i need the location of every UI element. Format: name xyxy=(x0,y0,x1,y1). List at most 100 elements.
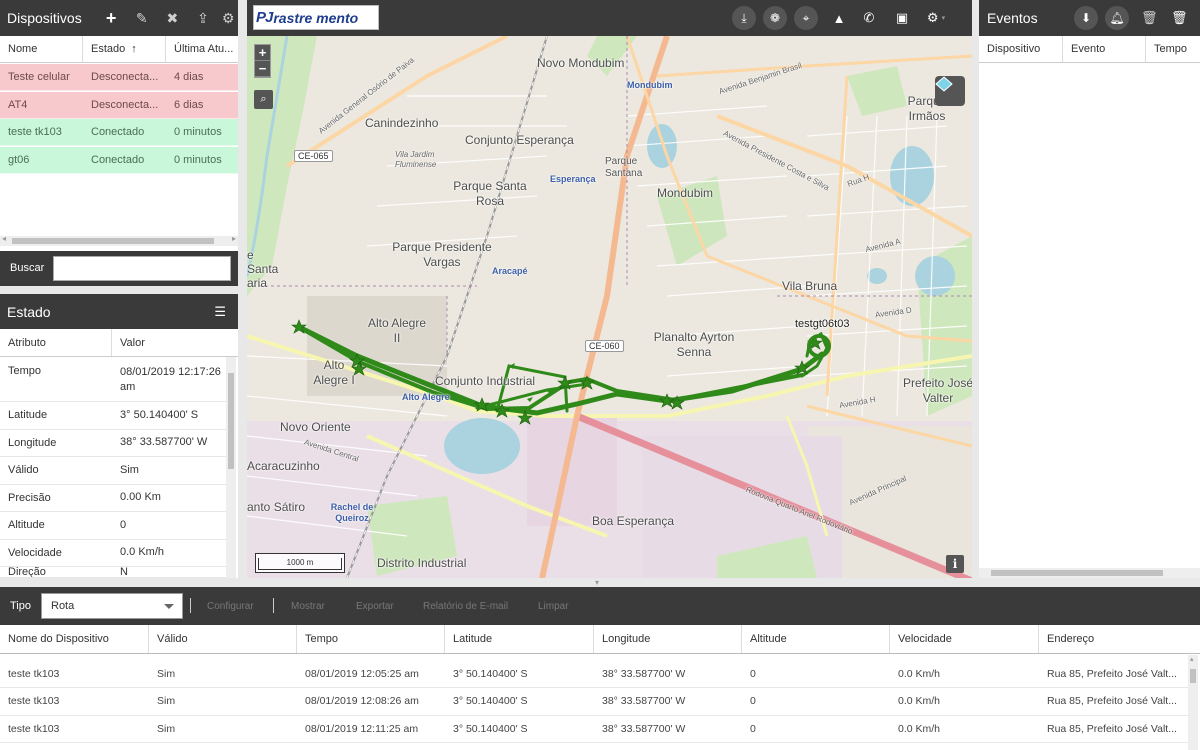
map-label: Aracapé xyxy=(492,266,528,276)
list-icon[interactable]: ☰ xyxy=(214,304,226,320)
download-icon[interactable]: ⤓ xyxy=(732,6,756,30)
device-marker-label[interactable]: testgt06t03 xyxy=(795,318,849,330)
report-vscroll-thumb[interactable] xyxy=(1190,669,1196,683)
whatsapp-icon[interactable]: ✆ xyxy=(857,6,881,30)
state-vscroll-thumb[interactable] xyxy=(228,373,234,469)
column-status-label: Estado xyxy=(91,43,126,55)
attribute-value: 0.0 Km/h xyxy=(120,546,165,559)
scale-bar: 1000 m xyxy=(255,553,345,573)
device-status: Conectado xyxy=(91,153,145,166)
state-row[interactable]: Válido Sim xyxy=(0,457,226,485)
info-icon[interactable]: i xyxy=(946,555,964,573)
events-hscroll-thumb[interactable] xyxy=(991,570,1163,576)
state-row[interactable]: Direção N xyxy=(0,567,226,578)
state-row[interactable]: Velocidade 0.0 Km/h xyxy=(0,540,226,567)
clear-button[interactable]: Limpar xyxy=(538,601,569,612)
map-search-icon[interactable]: ⌕ xyxy=(254,90,273,109)
device-row[interactable]: Teste celular Desconecta... 4 dias xyxy=(0,64,238,91)
gear-icon[interactable]: ⚙ ▾ xyxy=(921,6,951,30)
report-type-select[interactable]: Rota xyxy=(41,593,183,619)
devices-hscroll-thumb[interactable] xyxy=(12,238,214,244)
column-event[interactable]: Evento xyxy=(1063,36,1146,62)
state-row[interactable]: Longitude 38° 33.587700' W xyxy=(0,430,226,457)
chevron-down-icon xyxy=(164,604,174,609)
attribute-name: Precisão xyxy=(8,491,51,504)
devices-hscrollbar[interactable]: ◂ ▸ xyxy=(0,234,238,246)
left-map-splitter[interactable] xyxy=(238,0,247,578)
report-row[interactable]: teste tk103 Sim 08/01/2019 12:11:25 am 3° 5… xyxy=(0,715,1188,743)
map-view[interactable]: Novo Mondubim Mondubim Canindezinho Conj… xyxy=(247,36,972,578)
report-vscrollbar[interactable]: ▴ xyxy=(1188,655,1198,750)
configure-button[interactable]: Configurar xyxy=(207,601,254,612)
email-report-button[interactable]: Relatório de E-mail xyxy=(423,601,508,612)
column-device[interactable]: Dispositivo xyxy=(979,36,1063,62)
arrow-down-icon[interactable]: ⬇ xyxy=(1074,6,1098,30)
layers-icon[interactable] xyxy=(935,76,965,106)
column-latitude[interactable]: Latitude xyxy=(445,625,594,653)
logo: PJ rastre mento xyxy=(253,5,379,30)
column-altitude[interactable]: Altitude xyxy=(742,625,890,653)
devices-header: Dispositivos + ✎ ✖ ⇪ ⚙ xyxy=(0,0,238,36)
map-label: Prefeito José Valter xyxy=(902,376,972,405)
map-label: Parque Presidente Vargas xyxy=(392,240,492,269)
locate-icon[interactable]: ⌖ xyxy=(794,6,818,30)
map-label: Novo Mondubim xyxy=(537,56,625,70)
map-label: Boa Esperança xyxy=(592,514,675,528)
device-row[interactable]: gt06 Conectado 0 minutos xyxy=(0,146,238,174)
cell-time: 08/01/2019 12:05:25 am xyxy=(305,667,419,680)
device-name: gt06 xyxy=(8,153,30,166)
map-label: Distrito Industrial xyxy=(377,556,467,570)
logo-pj: PJ xyxy=(256,9,273,26)
column-speed[interactable]: Velocidade xyxy=(890,625,1039,653)
device-name: Teste celular xyxy=(8,71,70,83)
attribute-value: 0.00 Km xyxy=(120,491,161,504)
column-address[interactable]: Endereço xyxy=(1039,625,1200,653)
column-value[interactable]: Valor xyxy=(112,329,238,356)
bell-icon[interactable]: 🔔︎ xyxy=(1105,6,1129,30)
column-valid[interactable]: Válido xyxy=(149,625,297,653)
map-label: Vila Bruna xyxy=(782,279,838,293)
bottom-splitter[interactable]: ▾ xyxy=(0,578,1200,587)
column-longitude[interactable]: Longitude xyxy=(594,625,742,653)
search-input[interactable] xyxy=(53,256,231,281)
plus-icon[interactable]: + xyxy=(96,8,127,29)
state-row[interactable]: Precisão 0.00 Km xyxy=(0,485,226,512)
search-label: Buscar xyxy=(10,262,45,274)
show-button[interactable]: Mostrar xyxy=(291,601,325,612)
road-icon[interactable]: ▲ xyxy=(827,6,851,30)
map-right-splitter[interactable] xyxy=(972,0,979,578)
events-hscrollbar[interactable] xyxy=(979,568,1200,578)
edit-icon[interactable]: ✎ xyxy=(126,10,157,27)
column-time[interactable]: Tempo xyxy=(297,625,445,653)
device-row[interactable]: AT4 Desconecta... 6 dias xyxy=(0,91,238,119)
upload-icon[interactable]: ⇪ xyxy=(188,10,219,27)
gear-icon[interactable]: ⚙ xyxy=(218,10,238,27)
scroll-right-icon[interactable]: ▸ xyxy=(232,234,236,243)
column-attribute[interactable]: Atributo xyxy=(0,329,112,356)
scroll-up-icon[interactable]: ▴ xyxy=(1190,655,1194,663)
collapse-icon[interactable]: ▾ xyxy=(595,578,599,587)
state-vscrollbar[interactable] xyxy=(226,357,236,578)
column-last-update[interactable]: Última Atu... xyxy=(166,36,238,62)
state-row[interactable]: Altitude 0 xyxy=(0,512,226,540)
state-row[interactable]: Latitude 3° 50.140400' S xyxy=(0,402,226,430)
device-row[interactable]: teste tk103 Conectado 0 minutos xyxy=(0,119,238,146)
report-row[interactable]: teste tk103 Sim 08/01/2019 12:05:25 am 3° 5… xyxy=(0,660,1188,688)
state-row[interactable]: Tempo 08/01/2019 12:17:26 am xyxy=(0,358,226,402)
camera-icon[interactable]: ▣ xyxy=(890,6,914,30)
column-status[interactable]: Estado ↑ xyxy=(83,36,166,62)
column-time[interactable]: Tempo xyxy=(1146,36,1200,62)
trash-all-icon[interactable]: 🗑︎ xyxy=(1171,10,1188,26)
zoom-out-button[interactable]: − xyxy=(255,61,270,77)
scroll-left-icon[interactable]: ◂ xyxy=(2,234,6,243)
left-splitter[interactable] xyxy=(0,286,238,294)
cell-address: Rua 85, Prefeito José Valt... xyxy=(1047,722,1177,735)
report-row[interactable]: teste tk103 Sim 08/01/2019 12:08:26 am 3° 5… xyxy=(0,688,1188,716)
column-name[interactable]: Nome xyxy=(0,36,83,62)
export-button[interactable]: Exportar xyxy=(356,601,394,612)
trash-icon[interactable]: 🗑︎ xyxy=(1141,10,1158,26)
column-device-name[interactable]: Nome do Dispositivo xyxy=(0,625,149,653)
zoom-in-button[interactable]: + xyxy=(255,45,270,61)
remove-icon[interactable]: ✖ xyxy=(157,10,188,27)
paw-icon[interactable]: ❁ xyxy=(763,6,787,30)
